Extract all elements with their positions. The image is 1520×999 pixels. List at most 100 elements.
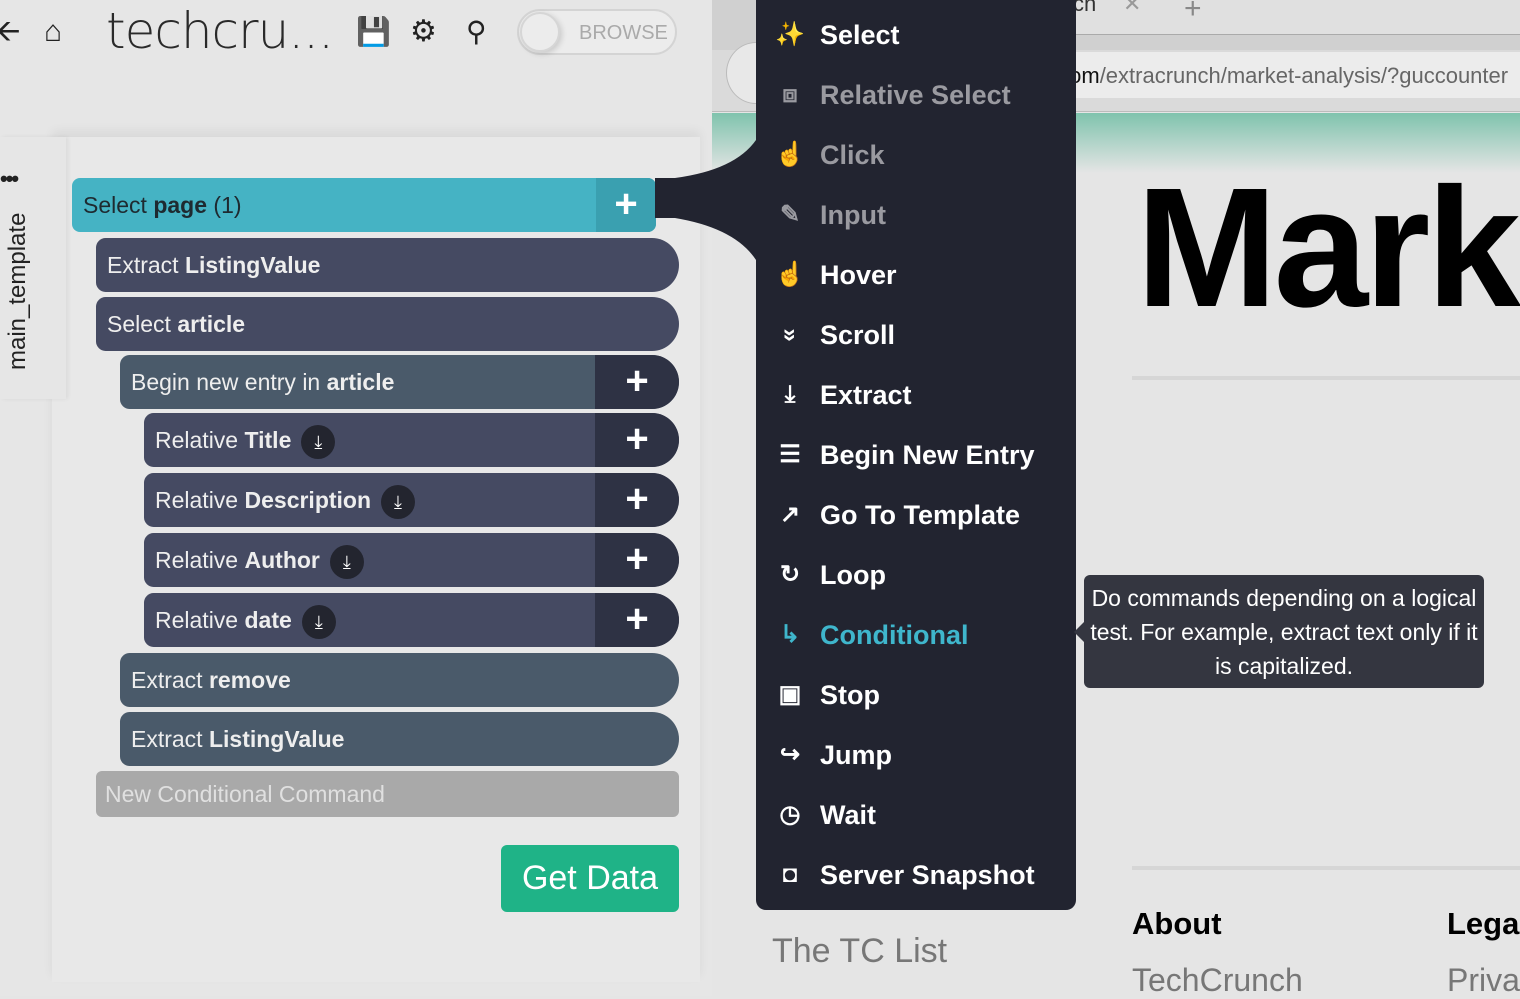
menu-item-hover[interactable]: ☝ Hover xyxy=(756,245,1076,305)
download-icon[interactable]: ⤓ xyxy=(381,484,416,519)
page-heading: Mark xyxy=(1136,153,1520,343)
close-tab-icon[interactable]: ✕ xyxy=(1123,0,1141,17)
download-icon[interactable]: ⤓ xyxy=(329,544,364,579)
project-title: techcru... xyxy=(106,2,334,60)
menu-item-wait[interactable]: ◷ Wait xyxy=(756,785,1076,845)
share-arrow-icon: ↪ xyxy=(779,741,801,768)
menu-item-stop[interactable]: ▣ Stop xyxy=(756,665,1076,725)
command-select-page[interactable]: Select page (1) + xyxy=(72,178,656,232)
menu-item-jump[interactable]: ↪ Jump xyxy=(756,725,1076,785)
menu-item-input[interactable]: ✎ Input xyxy=(756,185,1076,245)
command-placeholder: New Conditional Command xyxy=(105,781,385,807)
menu-item-label: Click xyxy=(820,140,885,170)
loop-icon: ↻ xyxy=(779,561,801,588)
add-icon[interactable]: + xyxy=(595,413,679,467)
divider xyxy=(1132,866,1520,870)
command-extract-listingvalue[interactable]: Extract ListingValue xyxy=(96,238,679,292)
pointer-hand-icon: ☝ xyxy=(775,141,805,168)
download-icon[interactable]: ⤓ xyxy=(301,604,336,639)
add-icon[interactable]: + xyxy=(596,178,656,232)
command-extract-listingvalue-2[interactable]: Extract ListingValue xyxy=(120,712,679,766)
command-select-article[interactable]: Select article xyxy=(96,297,679,351)
add-icon[interactable]: + xyxy=(595,593,679,647)
command-menu: ✨ Select ⧈ Relative Select ☝ Click ✎ Input ☝ Hove… xyxy=(756,0,1076,910)
menu-item-label: Extract xyxy=(820,380,912,410)
command-target: Title xyxy=(244,427,292,453)
command-verb: Select xyxy=(107,311,171,337)
download-icon: ⤓ xyxy=(784,381,796,408)
tc-list-link[interactable]: The TC List xyxy=(772,932,947,971)
menu-item-loop[interactable]: ↻ Loop xyxy=(756,545,1076,605)
command-verb: Relative xyxy=(155,427,239,453)
menu-item-label: Go To Template xyxy=(820,500,1021,530)
divider xyxy=(1132,376,1520,380)
command-verb: Extract xyxy=(131,726,203,752)
home-icon[interactable]: ⌂ xyxy=(44,12,62,52)
tooltip: Do commands depending on a logical test.… xyxy=(1084,575,1484,688)
editor-panel: 🡨 ⌂ techcru... 💾 ⚙ ⚲ BROWSE ••• main_tem… xyxy=(0,0,712,996)
menu-item-label: Loop xyxy=(820,560,886,590)
add-icon[interactable]: + xyxy=(595,533,679,587)
new-conditional-command[interactable]: New Conditional Command xyxy=(96,771,679,817)
command-verb: Extract xyxy=(131,667,203,693)
download-icon[interactable]: ⤓ xyxy=(301,424,336,459)
browser-tab[interactable]: ch ✕ xyxy=(1062,0,1520,35)
footer-legal-heading: Lega xyxy=(1447,906,1520,941)
command-verb: Extract xyxy=(107,252,179,278)
menu-item-relative-select[interactable]: ⧈ Relative Select xyxy=(756,65,1076,125)
header: 🡨 ⌂ techcru... 💾 ⚙ ⚲ BROWSE xyxy=(0,0,700,137)
command-relative-title[interactable]: Relative Title ⤓ + xyxy=(144,413,679,467)
add-icon[interactable]: + xyxy=(595,355,679,409)
menu-item-server-snapshot[interactable]: ◘ Server Snapshot xyxy=(756,845,1076,905)
command-target: article xyxy=(177,311,246,337)
menu-item-label: Input xyxy=(820,200,886,230)
more-icon[interactable]: ••• xyxy=(0,166,19,192)
stop-icon: ▣ xyxy=(778,681,802,708)
command-target: ListingValue xyxy=(208,726,345,752)
menu-item-label: Wait xyxy=(820,800,876,830)
command-target: Description xyxy=(244,487,372,513)
command-begin-entry[interactable]: Begin new entry in article + xyxy=(120,355,679,409)
toggle-knob[interactable] xyxy=(520,12,560,52)
menu-item-go-to-template[interactable]: ↗ Go To Template xyxy=(756,485,1076,545)
get-data-button[interactable]: Get Data xyxy=(501,845,679,912)
menu-item-extract[interactable]: ⤓ Extract xyxy=(756,365,1076,425)
tooltip-arrow xyxy=(1074,622,1084,642)
menu-item-select[interactable]: ✨ Select xyxy=(756,5,1076,65)
footer-privacy-link[interactable]: Privac xyxy=(1447,962,1520,999)
template-tab-label: main_template xyxy=(4,212,31,370)
command-extract-remove[interactable]: Extract remove xyxy=(120,653,679,707)
browse-toggle[interactable]: BROWSE xyxy=(517,9,677,55)
toggle-label: BROWSE xyxy=(579,22,668,44)
footer-techcrunch-link[interactable]: TechCrunch xyxy=(1132,962,1303,999)
menu-item-conditional[interactable]: ↳ Conditional xyxy=(756,605,1076,665)
clock-icon: ◷ xyxy=(779,801,801,828)
command-target: Author xyxy=(244,547,320,573)
menu-item-label: Relative Select xyxy=(820,80,1011,110)
command-relative-author[interactable]: Relative Author ⤓ + xyxy=(144,533,679,587)
menu-item-begin-new-entry[interactable]: ☰ Begin New Entry xyxy=(756,425,1076,485)
menu-item-click[interactable]: ☝ Click xyxy=(756,125,1076,185)
menu-item-label: Hover xyxy=(820,260,897,290)
menu-item-label: Jump xyxy=(820,740,893,770)
save-icon[interactable]: 💾 xyxy=(356,12,391,52)
menu-item-label: Select xyxy=(820,20,900,50)
search-icon[interactable]: ⚲ xyxy=(466,12,487,52)
double-chevron-down-icon: » xyxy=(777,328,804,342)
command-relative-date[interactable]: Relative date ⤓ + xyxy=(144,593,679,647)
menu-item-scroll[interactable]: » Scroll xyxy=(756,305,1076,365)
menu-connector xyxy=(655,140,756,260)
back-arrow-icon[interactable]: 🡨 xyxy=(0,12,20,52)
gear-icon[interactable]: ⚙ xyxy=(410,12,437,52)
list-icon: ☰ xyxy=(779,441,801,468)
branch-icon: ↳ xyxy=(779,621,801,648)
new-tab-icon[interactable]: + xyxy=(1184,0,1202,26)
url-field[interactable]: .com/extracrunch/market-analysis/?guccou… xyxy=(1052,52,1520,98)
command-verb: Begin new entry in xyxy=(131,369,321,395)
menu-item-label: Server Snapshot xyxy=(820,860,1035,890)
command-verb: Relative xyxy=(155,487,239,513)
command-target: page xyxy=(153,192,208,218)
add-icon[interactable]: + xyxy=(595,473,679,527)
command-relative-description[interactable]: Relative Description ⤓ + xyxy=(144,473,679,527)
command-verb: Relative xyxy=(155,547,239,573)
